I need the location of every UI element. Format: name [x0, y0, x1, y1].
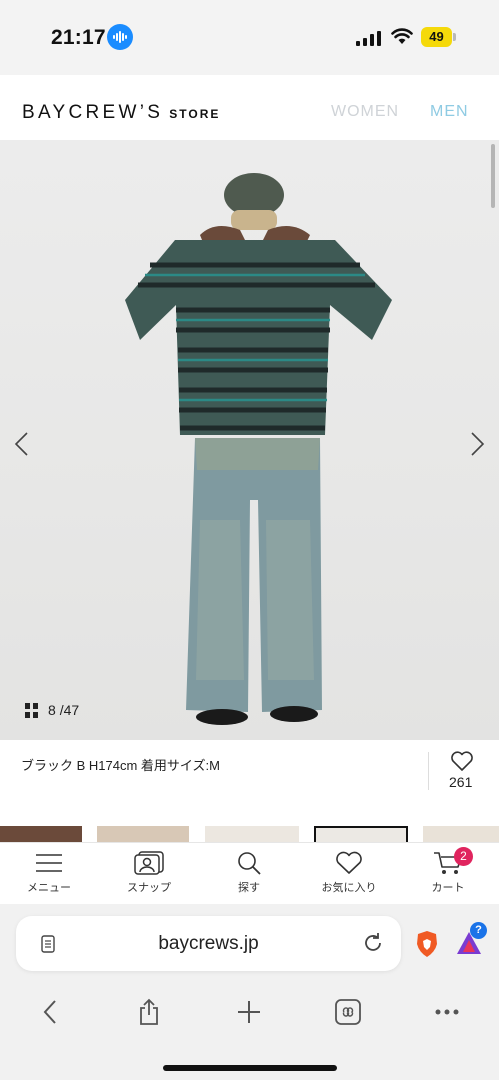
nav-snap[interactable]: スナップ: [109, 851, 189, 895]
battery-cap: [453, 33, 456, 41]
image-caption: ブラック B H174cm 着用サイズ:M: [21, 758, 220, 773]
grid-view-icon: [25, 702, 38, 718]
counter-current: 8: [48, 702, 56, 718]
nav-search[interactable]: 探す: [209, 851, 289, 895]
nav-women[interactable]: WOMEN: [331, 103, 399, 121]
thumbnail-strip[interactable]: [0, 826, 499, 842]
share-icon: [140, 998, 158, 1025]
menu-icon: [36, 854, 62, 872]
search-icon: [238, 852, 261, 875]
share-button[interactable]: [129, 992, 169, 1032]
tabs-icon: [335, 999, 361, 1025]
audio-activity-icon: [107, 24, 133, 50]
address-bar[interactable]: baycrews.jp: [16, 916, 401, 971]
home-indicator[interactable]: [163, 1065, 337, 1071]
chevron-left-icon[interactable]: [10, 430, 34, 458]
back-button[interactable]: [30, 992, 70, 1032]
url-text[interactable]: baycrews.jp: [16, 933, 401, 955]
site-bottom-nav: メニュー スナップ 探す お気に入り 2 カート: [0, 842, 499, 904]
more-icon: [435, 1009, 459, 1015]
logo-text: BAYCREW’S: [22, 102, 164, 123]
logo-store-text: STORE: [169, 107, 221, 121]
reload-icon[interactable]: [362, 932, 384, 954]
page-scroll-thumb[interactable]: [491, 144, 495, 208]
nav-favorites[interactable]: お気に入り: [309, 851, 389, 895]
cart-count-badge: 2: [454, 847, 473, 866]
chevron-right-icon[interactable]: [465, 430, 489, 458]
nav-search-label: 探す: [238, 882, 260, 894]
product-photo: [125, 173, 392, 725]
favorite-count: 261: [449, 774, 473, 790]
heart-icon: [336, 851, 362, 874]
caption-divider: [428, 752, 429, 790]
battery-level: 49: [421, 27, 452, 47]
wifi-icon: [391, 28, 413, 44]
product-image-gallery[interactable]: 8 /47: [0, 140, 499, 740]
thumbnail[interactable]: [205, 826, 299, 842]
thumbnail[interactable]: [423, 826, 499, 842]
browser-chrome: baycrews.jp ?: [0, 904, 499, 1080]
brave-shields-icon[interactable]: [415, 930, 439, 958]
plus-icon: [238, 1001, 260, 1023]
back-arrow-icon: [43, 1000, 56, 1024]
site-header: BAYCREW’S STORE WOMEN MEN: [0, 75, 499, 140]
more-options-button[interactable]: [427, 992, 467, 1032]
thumbnail[interactable]: [0, 826, 82, 842]
nav-menu-label: メニュー: [27, 882, 71, 894]
thumbnail[interactable]: [97, 826, 189, 842]
battery-indicator: 49: [421, 27, 457, 47]
nav-menu[interactable]: メニュー: [9, 851, 89, 895]
heart-icon[interactable]: [450, 750, 474, 772]
rewards-badge: ?: [470, 922, 487, 939]
thumbnail-selected[interactable]: [314, 826, 408, 842]
nav-men[interactable]: MEN: [430, 103, 469, 121]
status-bar: 21:17 49: [0, 0, 499, 75]
new-tab-button[interactable]: [229, 992, 269, 1032]
cellular-signal-icon: [356, 31, 381, 46]
nav-favorites-label: お気に入り: [321, 882, 377, 894]
counter-total: /47: [59, 702, 80, 718]
tabs-button[interactable]: [328, 992, 368, 1032]
nav-cart-label: カート: [431, 882, 465, 894]
status-time: 21:17: [51, 26, 106, 49]
nav-snap-label: スナップ: [127, 882, 171, 894]
image-counter[interactable]: 8 /47: [25, 702, 79, 718]
browser-toolbar: [0, 992, 499, 1032]
snap-icon: [134, 851, 164, 875]
site-logo[interactable]: BAYCREW’S STORE: [22, 102, 220, 124]
nav-cart[interactable]: 2 カート: [408, 847, 488, 895]
image-caption-row: ブラック B H174cm 着用サイズ:M 261: [0, 740, 499, 810]
